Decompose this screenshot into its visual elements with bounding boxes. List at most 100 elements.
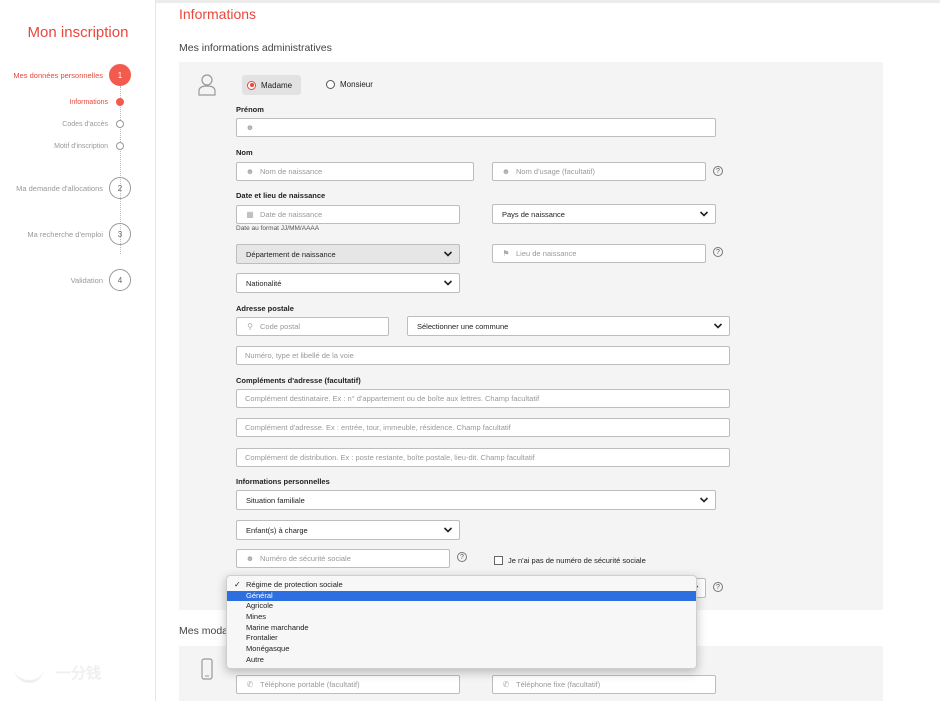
sidebar-title: Mon inscription xyxy=(27,24,129,41)
step-demande-allocations[interactable]: Ma demande d'allocations 2 xyxy=(16,177,131,199)
gender-monsieur-radio[interactable]: Monsieur xyxy=(326,80,373,89)
securite-sociale-input[interactable]: ☻ Numéro de sécurité sociale xyxy=(236,549,450,568)
chevron-down-icon xyxy=(443,280,453,286)
step-label: Ma demande d'allocations xyxy=(16,183,103,193)
date-format-hint: Date au format JJ/MM/AAAA xyxy=(236,225,320,232)
dropdown-option[interactable]: Autre xyxy=(227,655,696,666)
substep-informations[interactable]: Informations xyxy=(69,98,124,106)
radio-indicator xyxy=(247,80,256,90)
watermark-logo-icon xyxy=(14,663,44,683)
nom-usage-help-icon[interactable]: ? xyxy=(713,166,723,176)
step-validation[interactable]: Validation 4 xyxy=(71,269,131,291)
enfants-charge-select[interactable]: Enfant(s) à charge xyxy=(236,520,460,540)
complements-label: Compléments d'adresse (facultatif) xyxy=(236,376,361,385)
departement-naissance-select[interactable]: Département de naissance xyxy=(236,244,460,264)
complement-adresse-input[interactable]: Complément d'adresse. Ex : entrée, tour,… xyxy=(236,418,730,437)
flag-icon: ⚑ xyxy=(502,249,510,258)
pays-naissance-value: Pays de naissance xyxy=(502,209,565,219)
user-icon: ☻ xyxy=(245,554,255,563)
securite-sociale-placeholder: Numéro de sécurité sociale xyxy=(260,554,351,563)
securite-sociale-help-icon[interactable]: ? xyxy=(457,552,467,562)
infos-personnelles-label: Informations personnelles xyxy=(236,477,330,486)
gender-monsieur-label: Monsieur xyxy=(340,80,373,89)
dropdown-option[interactable]: Général xyxy=(227,590,696,602)
complement-destinataire-input[interactable]: Complément destinataire. Ex : n° d'appar… xyxy=(236,389,730,408)
departement-naissance-value: Département de naissance xyxy=(246,249,336,259)
admin-section-title: Mes informations administratives xyxy=(179,42,332,54)
dropdown-option[interactable]: Marine marchande xyxy=(227,623,696,634)
dropdown-option[interactable]: Frontalier xyxy=(227,633,696,644)
complement-destinataire-placeholder: Complément destinataire. Ex : n° d'appar… xyxy=(245,394,540,403)
person-icon xyxy=(198,74,216,96)
substep-label: Informations xyxy=(69,98,108,106)
step-label: Validation xyxy=(70,275,103,285)
lieu-naissance-help-icon[interactable]: ? xyxy=(713,247,723,257)
step-number: 1 xyxy=(109,64,131,86)
voie-placeholder: Numéro, type et libellé de la voie xyxy=(245,351,354,360)
dropdown-option[interactable]: Monégasque xyxy=(227,644,696,655)
enfants-charge-value: Enfant(s) à charge xyxy=(246,525,308,535)
step-label: Mes données personnelles xyxy=(13,70,103,80)
chevron-down-icon xyxy=(713,323,723,329)
substep-dot xyxy=(116,142,124,150)
voie-input[interactable]: Numéro, type et libellé de la voie xyxy=(236,346,730,365)
telephone-fixe-placeholder: Téléphone fixe (facultatif) xyxy=(516,680,601,689)
nationalite-select[interactable]: Nationalité xyxy=(236,273,460,293)
telephone-portable-placeholder: Téléphone portable (facultatif) xyxy=(260,680,360,689)
date-naissance-input[interactable]: ▦ Date de naissance xyxy=(236,205,460,224)
step-number: 4 xyxy=(109,269,131,291)
regime-help-icon[interactable]: ? xyxy=(713,582,723,592)
radio-indicator xyxy=(326,80,335,89)
page-title: Informations xyxy=(179,6,257,22)
nom-label: Nom xyxy=(236,148,253,157)
gender-madame-label: Madame xyxy=(261,80,293,90)
complement-distribution-input[interactable]: Complément de distribution. Ex : poste r… xyxy=(236,448,730,467)
commune-value: Sélectionner une commune xyxy=(417,321,509,331)
contact-section-title: Mes moda xyxy=(179,625,229,637)
lieu-naissance-placeholder: Lieu de naissance xyxy=(516,249,577,258)
nom-usage-input[interactable]: ☻ Nom d'usage (facultatif) xyxy=(492,162,706,181)
telephone-fixe-input[interactable]: ✆ Téléphone fixe (facultatif) xyxy=(492,675,716,694)
substep-dot xyxy=(116,120,124,128)
commune-select[interactable]: Sélectionner une commune xyxy=(407,316,730,336)
checkbox-box xyxy=(494,556,503,565)
dropdown-option[interactable]: Régime de protection sociale xyxy=(227,580,696,591)
telephone-portable-input[interactable]: ✆ Téléphone portable (facultatif) xyxy=(236,675,460,694)
chevron-down-icon xyxy=(443,527,453,533)
situation-familiale-select[interactable]: Situation familiale xyxy=(236,490,716,510)
complement-adresse-placeholder: Complément d'adresse. Ex : entrée, tour,… xyxy=(245,423,511,432)
step-donnees-personnelles[interactable]: Mes données personnelles 1 xyxy=(13,64,131,86)
date-naissance-placeholder: Date de naissance xyxy=(260,210,323,219)
prenom-label: Prénom xyxy=(236,105,264,114)
substep-motif-inscription[interactable]: Motif d'inscription xyxy=(54,142,124,150)
phone-icon: ✆ xyxy=(246,680,254,689)
location-pin-icon: ⚲ xyxy=(247,322,253,331)
calendar-icon: ▦ xyxy=(246,210,254,219)
nom-naissance-placeholder: Nom de naissance xyxy=(260,167,323,176)
chevron-down-icon xyxy=(699,497,709,503)
step-number: 3 xyxy=(109,223,131,245)
users-icon: ☻ xyxy=(501,167,511,176)
naissance-label: Date et lieu de naissance xyxy=(236,191,326,200)
pays-naissance-select[interactable]: Pays de naissance xyxy=(492,204,716,224)
dropdown-option[interactable]: Agricole xyxy=(227,601,696,612)
substep-label: Codes d'accès xyxy=(62,120,108,128)
substep-codes-acces[interactable]: Codes d'accès xyxy=(62,120,124,128)
step-recherche-emploi[interactable]: Ma recherche d'emploi 3 xyxy=(27,223,131,245)
prenom-input[interactable]: ☻ xyxy=(236,118,716,137)
step-label: Ma recherche d'emploi xyxy=(27,229,103,239)
gender-madame-radio[interactable]: Madame xyxy=(242,75,302,95)
nationalite-value: Nationalité xyxy=(246,278,282,288)
nom-naissance-input[interactable]: ☻ Nom de naissance xyxy=(236,162,474,181)
watermark-text: 一分钱 xyxy=(56,665,102,682)
user-icon: ☻ xyxy=(245,123,255,132)
sidebar: Mon inscription Mes données personnelles… xyxy=(0,0,156,701)
nom-usage-placeholder: Nom d'usage (facultatif) xyxy=(516,167,595,176)
situation-familiale-value: Situation familiale xyxy=(246,495,305,505)
complement-distribution-placeholder: Complément de distribution. Ex : poste r… xyxy=(245,453,535,462)
dropdown-option[interactable]: Mines xyxy=(227,612,696,623)
lieu-naissance-input[interactable]: ⚑ Lieu de naissance xyxy=(492,244,706,263)
chevron-down-icon xyxy=(699,211,709,217)
code-postal-input[interactable]: ⚲ Code postal xyxy=(236,317,389,336)
no-secu-checkbox[interactable]: Je n'ai pas de numéro de sécurité social… xyxy=(494,556,646,565)
